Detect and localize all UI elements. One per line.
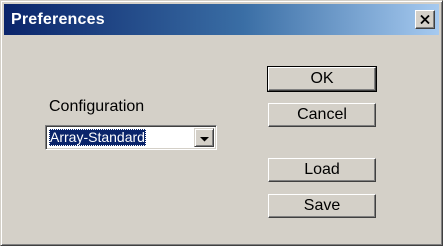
configuration-label: Configuration <box>49 98 145 115</box>
configuration-dropdown-button[interactable] <box>194 128 214 147</box>
configuration-selected-value: Array-Standard <box>49 129 146 146</box>
window-title: Preferences <box>11 11 105 28</box>
preferences-dialog: Preferences Configuration Array-Standard… <box>0 0 443 246</box>
close-button[interactable] <box>415 10 435 29</box>
configuration-select[interactable]: Array-Standard <box>45 125 217 150</box>
ok-button[interactable]: OK <box>267 66 377 92</box>
chevron-down-icon <box>199 129 209 147</box>
title-bar[interactable]: Preferences <box>4 4 439 35</box>
close-icon <box>420 15 430 24</box>
save-button[interactable]: Save <box>268 194 376 218</box>
cancel-button[interactable]: Cancel <box>268 103 376 127</box>
load-button[interactable]: Load <box>268 158 376 182</box>
